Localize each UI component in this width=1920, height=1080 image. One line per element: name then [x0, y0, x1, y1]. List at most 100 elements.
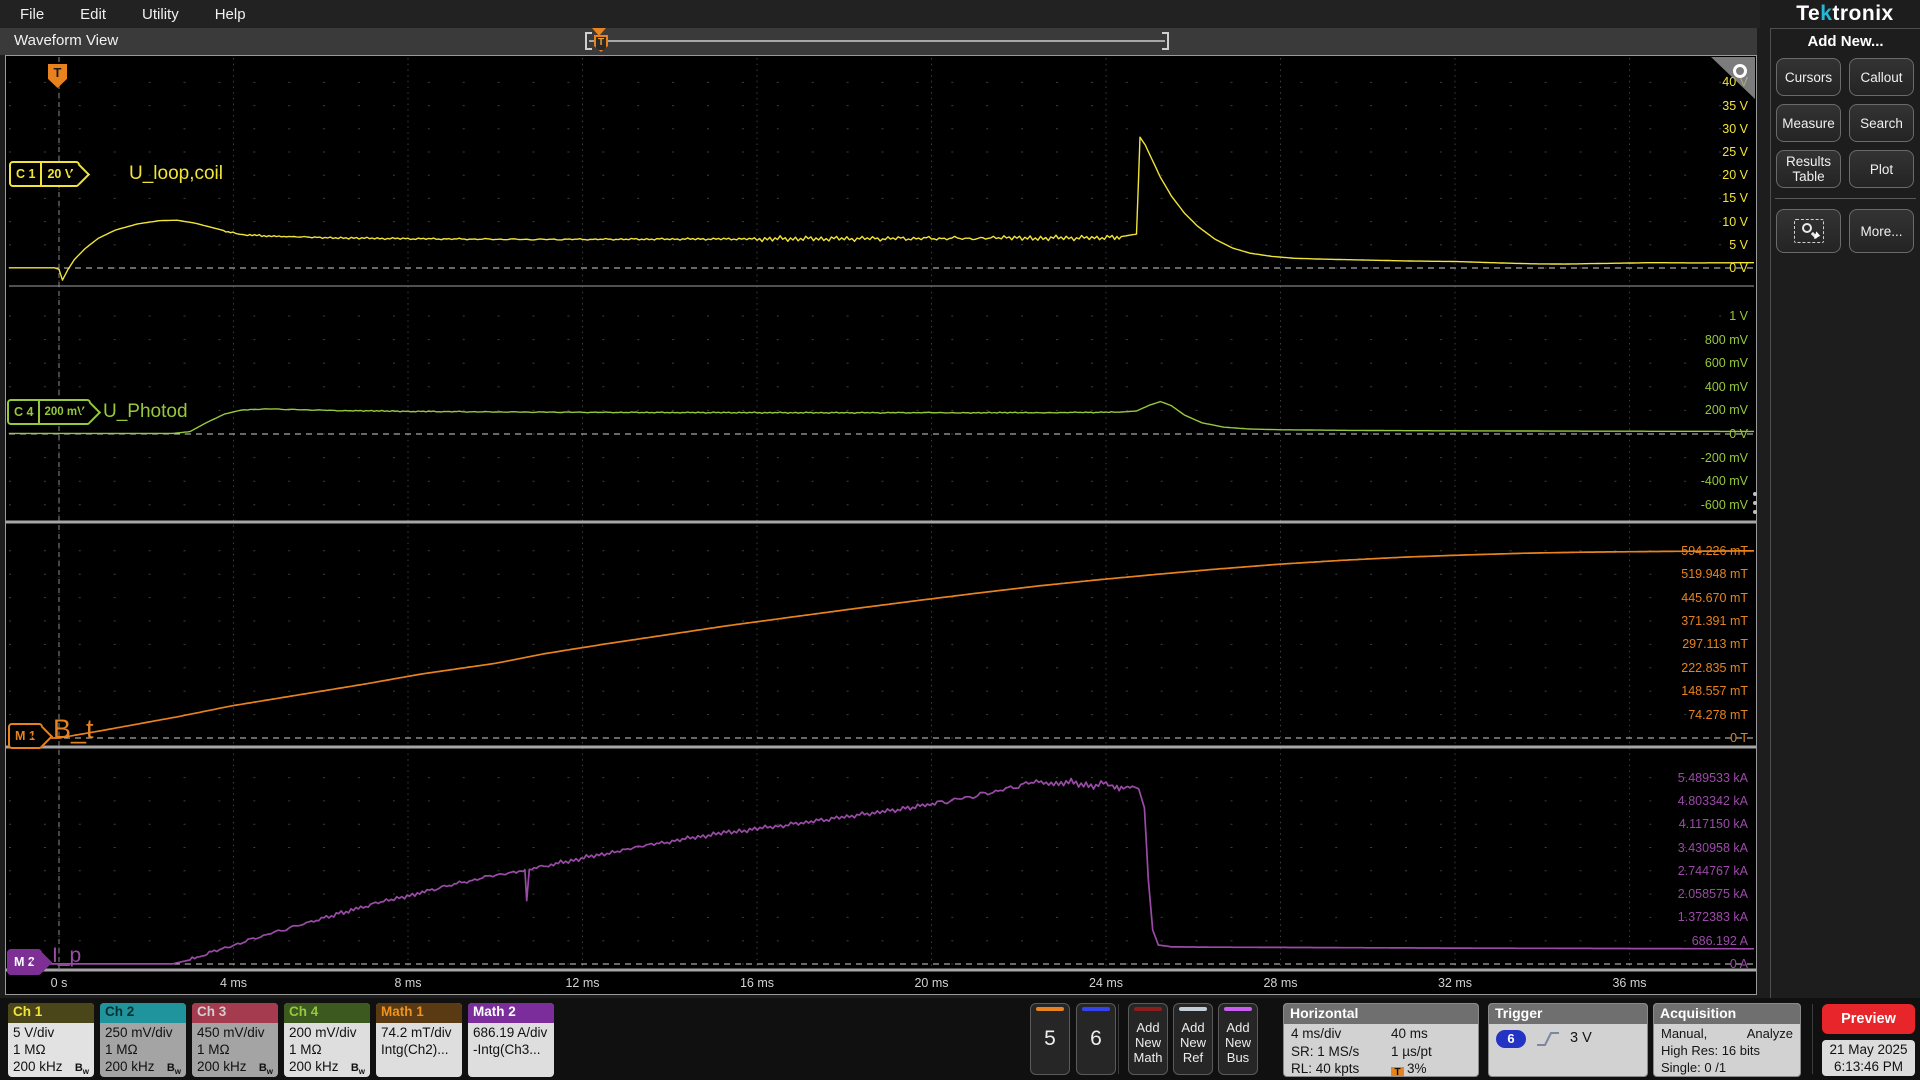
acquisition-mode: Manual, — [1661, 1026, 1708, 1041]
channel-panel-body: 250 mV/div 1 MΩ 200 kHz Bw — [100, 1023, 186, 1077]
axis-label-c4: -400 mV — [1700, 474, 1748, 489]
datetime-badge[interactable]: 21 May 2025 6:13:46 PM — [1822, 1040, 1915, 1076]
trigger-level: 3 V — [1570, 1030, 1592, 1047]
view-resize-handle[interactable] — [1753, 492, 1757, 514]
channel-panel-header: Ch 2 — [100, 1003, 186, 1023]
channel-setting-value: 250 mV/div — [105, 1025, 173, 1040]
sidebar-button-search[interactable]: Search — [1849, 104, 1914, 142]
wave-button-6[interactable]: 6 — [1076, 1003, 1116, 1075]
waveform-view[interactable]: 40 V 35 V 30 V 25 V 20 V 15 V 10 V5 V0 V1 V 800… — [5, 55, 1757, 995]
channel-panel-math-1[interactable]: Math 1 74.2 mT/div Intg(Ch2)... — [376, 1003, 462, 1077]
channel-setting: 200 kHz Bw — [289, 1058, 365, 1077]
acquisition-single: Single: 0 /1 — [1661, 1060, 1727, 1075]
ch4-badge[interactable]: C 4 200 mV — [7, 399, 101, 425]
axis-label-m2: 5.489533 kA — [1677, 770, 1748, 785]
bandwidth-sub: w — [266, 1067, 273, 1077]
axis-label-m1: 148.557 mT — [1681, 684, 1748, 699]
trace-ch1 — [8, 136, 1754, 281]
channel-setting: 200 kHz Bw — [197, 1058, 273, 1077]
channel-panel-body: 450 mV/div 1 MΩ 200 kHz Bw — [192, 1023, 278, 1077]
math2-badge[interactable]: M 2 — [7, 949, 52, 975]
x-axis-label: 32 ms — [1437, 976, 1473, 990]
trigger-title: Trigger — [1489, 1004, 1647, 1024]
acquisition-title: Acquisition — [1654, 1004, 1800, 1024]
axis-label-m1: 0 T — [1730, 731, 1748, 745]
sidebar-button-plot[interactable]: Plot — [1849, 150, 1914, 188]
more-button[interactable]: More... — [1849, 209, 1914, 253]
add-button-stripe — [1179, 1007, 1207, 1011]
x-axis-label: 0 s — [50, 976, 68, 990]
x-axis-label: 28 ms — [1263, 976, 1298, 990]
channel-setting-value: 200 kHz — [197, 1059, 247, 1074]
channel-setting-value: 5 V/div — [13, 1025, 55, 1040]
channel-setting-value: 74.2 mT/div — [381, 1025, 452, 1040]
channel-panel-math-2[interactable]: Math 2 686.19 A/div -Intg(Ch3... — [468, 1003, 554, 1077]
sidebar-button-measure[interactable]: Measure — [1776, 104, 1841, 142]
math1-badge[interactable]: M 1 — [8, 723, 53, 749]
horizontal-resolution: 1 µs/pt — [1391, 1043, 1432, 1059]
menu-item-edit[interactable]: Edit — [80, 6, 106, 23]
sidebar-button-callout[interactable]: Callout — [1849, 58, 1914, 96]
bandwidth-sub: w — [174, 1067, 181, 1077]
x-axis-label: 8 ms — [394, 976, 422, 990]
slider-trigger-handle[interactable]: T — [594, 35, 608, 52]
trigger-panel[interactable]: Trigger 6 3 V — [1488, 1003, 1648, 1077]
ch1-trace-label[interactable]: U_loop,coil — [129, 163, 223, 185]
bandwidth-badge: Bw — [350, 1062, 365, 1077]
axis-label-m2: 4.117150 kA — [1678, 817, 1748, 832]
preview-button[interactable]: Preview — [1822, 1004, 1915, 1034]
sidebar-button-results-table[interactable]: Results Table — [1776, 150, 1841, 188]
channel-setting: 1 MΩ — [105, 1041, 181, 1058]
wave-button-stripe — [1082, 1007, 1110, 1011]
math2-trace-label[interactable]: I_p — [52, 944, 81, 968]
axis-label-c4: 600 mV — [1704, 356, 1748, 371]
axis-label-m1: 445.670 mT — [1681, 590, 1748, 605]
axis-label-m1: 371.391 mT — [1681, 614, 1748, 628]
ch4-trace-label[interactable]: U_Photod — [103, 401, 188, 423]
slider-right-bracket[interactable] — [1162, 32, 1169, 50]
channel-setting: 5 V/div — [13, 1024, 89, 1041]
trigger-mini-icon: T — [1391, 1067, 1404, 1076]
math1-trace-label[interactable]: B_t — [53, 714, 94, 745]
channel-panel-ch-4[interactable]: Ch 4 200 mV/div 1 MΩ 200 kHz Bw — [284, 1003, 370, 1077]
bandwidth-badge: Bw — [166, 1062, 181, 1077]
channel-setting: -Intg(Ch3... — [473, 1041, 549, 1058]
horizontal-position-slider[interactable]: T — [585, 28, 1169, 55]
button-add-new-ref[interactable]: Add New Ref — [1173, 1003, 1213, 1075]
sidebar-button-cursors[interactable]: Cursors — [1776, 58, 1841, 96]
axis-label-c1: 30 V — [1722, 121, 1748, 136]
ch1-badge[interactable]: C 1 20 V — [9, 161, 91, 187]
horizontal-sample-rate: SR: 1 MS/s — [1291, 1043, 1360, 1059]
box-zoom-icon — [1793, 219, 1824, 243]
button-add-new-bus[interactable]: Add New Bus — [1218, 1003, 1258, 1075]
trigger-source-badge: 6 — [1496, 1030, 1526, 1048]
wave-button-5[interactable]: 5 — [1030, 1003, 1070, 1075]
acquisition-highres: High Res: 16 bits — [1661, 1043, 1760, 1058]
button-add-new-math[interactable]: Add New Math — [1128, 1003, 1168, 1075]
channel-panel-ch-2[interactable]: Ch 2 250 mV/div 1 MΩ 200 kHz Bw — [100, 1003, 186, 1077]
rising-edge-icon — [1537, 1032, 1559, 1046]
channel-panel-header: Ch 4 — [284, 1003, 370, 1023]
channel-panel-ch-3[interactable]: Ch 3 450 mV/div 1 MΩ 200 kHz Bw — [192, 1003, 278, 1077]
slider-left-bracket[interactable] — [585, 32, 592, 50]
slider-track[interactable] — [589, 40, 1165, 42]
slider-trigger-arrow-icon[interactable] — [592, 28, 606, 36]
box-zoom-button[interactable] — [1776, 209, 1841, 253]
channel-setting-value: 200 mV/div — [289, 1025, 357, 1040]
acquisition-panel[interactable]: Acquisition Manual, Analyze High Res: 16… — [1653, 1003, 1801, 1077]
channel-setting-value: 686.19 A/div — [473, 1025, 548, 1040]
horizontal-panel[interactable]: Horizontal 4 ms/div 40 ms SR: 1 MS/s 1 µ… — [1283, 1003, 1479, 1077]
horizontal-scale: 4 ms/div — [1291, 1026, 1342, 1041]
add-button-label: Add New Ref — [1179, 1019, 1206, 1065]
axis-label-c4: 200 mV — [1704, 403, 1748, 418]
x-axis-label: 20 ms — [914, 976, 949, 990]
menu-item-utility[interactable]: Utility — [142, 6, 179, 23]
channel-setting: 1 MΩ — [289, 1041, 365, 1058]
tab-waveform-view[interactable]: Waveform View — [14, 32, 118, 49]
add-button-label: Add New Math — [1133, 1019, 1163, 1065]
channel-panel-ch-1[interactable]: Ch 1 5 V/div 1 MΩ 200 kHz Bw — [8, 1003, 94, 1077]
menu-item-help[interactable]: Help — [215, 6, 246, 23]
add-button-stripe — [1134, 1007, 1162, 1011]
axis-label-m2: 3.430958 kA — [1677, 840, 1748, 855]
menu-item-file[interactable]: File — [20, 6, 44, 23]
